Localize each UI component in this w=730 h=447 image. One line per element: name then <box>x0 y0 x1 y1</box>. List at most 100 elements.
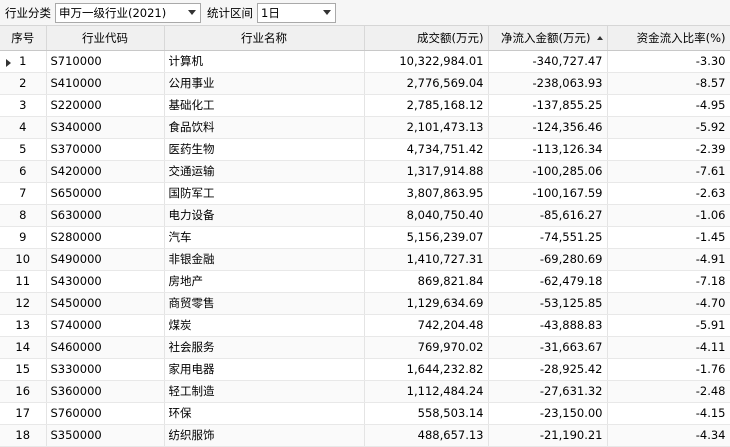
col-header-inflow-ratio[interactable]: 资金流入比率(%) <box>607 26 730 51</box>
table-row[interactable]: 18 S350000 纺织服饰 488,657.13 -21,190.21 -4.34 <box>0 424 730 447</box>
cell-turnover[interactable]: 1,317,914.88 <box>364 160 489 183</box>
cell-net-inflow[interactable]: -23,150.00 <box>488 402 608 425</box>
cell-turnover[interactable]: 3,807,863.95 <box>364 182 489 205</box>
table-row[interactable]: 11 S430000 房地产 869,821.84 -62,479.18 -7.18 <box>0 270 730 293</box>
chevron-down-icon[interactable] <box>323 9 331 15</box>
cell-name[interactable]: 房地产 <box>164 270 365 293</box>
cell-turnover[interactable]: 488,657.13 <box>364 424 489 447</box>
cell-index[interactable]: 18 <box>0 424 47 447</box>
table-row[interactable]: 13 S740000 煤炭 742,204.48 -43,888.83 -5.91 <box>0 314 730 337</box>
cell-index[interactable]: 14 <box>0 336 47 359</box>
table-row[interactable]: 10 S490000 非银金融 1,410,727.31 -69,280.69 -4.91 <box>0 248 730 271</box>
cell-name[interactable]: 计算机 <box>164 50 365 73</box>
cell-turnover[interactable]: 4,734,751.42 <box>364 138 489 161</box>
cell-inflow-ratio[interactable]: -4.91 <box>607 248 730 271</box>
cell-net-inflow[interactable]: -238,063.93 <box>488 72 608 95</box>
cell-name[interactable]: 纺织服饰 <box>164 424 365 447</box>
table-row[interactable]: 9 S280000 汽车 5,156,239.07 -74,551.25 -1.45 <box>0 226 730 249</box>
cell-name[interactable]: 交通运输 <box>164 160 365 183</box>
cell-name[interactable]: 医药生物 <box>164 138 365 161</box>
cell-inflow-ratio[interactable]: -4.34 <box>607 424 730 447</box>
cell-name[interactable]: 基础化工 <box>164 94 365 117</box>
cell-turnover[interactable]: 10,322,984.01 <box>364 50 489 73</box>
cell-code[interactable]: S350000 <box>46 424 165 447</box>
cell-net-inflow[interactable]: -21,190.21 <box>488 424 608 447</box>
cell-code[interactable]: S280000 <box>46 226 165 249</box>
cell-inflow-ratio[interactable]: -2.63 <box>607 182 730 205</box>
cell-name[interactable]: 家用电器 <box>164 358 365 381</box>
cell-inflow-ratio[interactable]: -2.48 <box>607 380 730 403</box>
cell-code[interactable]: S450000 <box>46 292 165 315</box>
cell-inflow-ratio[interactable]: -4.70 <box>607 292 730 315</box>
cell-code[interactable]: S360000 <box>46 380 165 403</box>
cell-name[interactable]: 社会服务 <box>164 336 365 359</box>
cell-code[interactable]: S430000 <box>46 270 165 293</box>
cell-code[interactable]: S340000 <box>46 116 165 139</box>
cell-index[interactable]: 4 <box>0 116 47 139</box>
col-header-name[interactable]: 行业名称 <box>164 26 365 51</box>
cell-inflow-ratio[interactable]: -7.61 <box>607 160 730 183</box>
table-row[interactable]: 3 S220000 基础化工 2,785,168.12 -137,855.25 -4.95 <box>0 94 730 117</box>
table-row[interactable]: 15 S330000 家用电器 1,644,232.82 -28,925.42 -1.76 <box>0 358 730 381</box>
cell-inflow-ratio[interactable]: -5.92 <box>607 116 730 139</box>
cell-turnover[interactable]: 2,101,473.13 <box>364 116 489 139</box>
table-row[interactable]: 12 S450000 商贸零售 1,129,634.69 -53,125.85 -4.70 <box>0 292 730 315</box>
cell-index[interactable]: 10 <box>0 248 47 271</box>
cell-inflow-ratio[interactable]: -5.91 <box>607 314 730 337</box>
cell-turnover[interactable]: 742,204.48 <box>364 314 489 337</box>
cell-name[interactable]: 轻工制造 <box>164 380 365 403</box>
cell-net-inflow[interactable]: -100,167.59 <box>488 182 608 205</box>
cell-net-inflow[interactable]: -69,280.69 <box>488 248 608 271</box>
cell-index[interactable]: 12 <box>0 292 47 315</box>
table-row[interactable]: 7 S650000 国防军工 3,807,863.95 -100,167.59 -2.63 <box>0 182 730 205</box>
table-row[interactable]: 6 S420000 交通运输 1,317,914.88 -100,285.06 -7.61 <box>0 160 730 183</box>
cell-name[interactable]: 煤炭 <box>164 314 365 337</box>
cell-net-inflow[interactable]: -28,925.42 <box>488 358 608 381</box>
cell-index[interactable]: 2 <box>0 72 47 95</box>
table-row[interactable]: 1 S710000 计算机 10,322,984.01 -340,727.47 -3.30 <box>0 50 730 73</box>
cell-code[interactable]: S740000 <box>46 314 165 337</box>
cell-index[interactable]: 7 <box>0 182 47 205</box>
table-row[interactable]: 4 S340000 食品饮料 2,101,473.13 -124,356.46 -5.92 <box>0 116 730 139</box>
cell-net-inflow[interactable]: -340,727.47 <box>488 50 608 73</box>
cell-code[interactable]: S370000 <box>46 138 165 161</box>
cell-code[interactable]: S330000 <box>46 358 165 381</box>
cell-net-inflow[interactable]: -137,855.25 <box>488 94 608 117</box>
cell-code[interactable]: S490000 <box>46 248 165 271</box>
table-row[interactable]: 14 S460000 社会服务 769,970.02 -31,663.67 -4.11 <box>0 336 730 359</box>
cell-code[interactable]: S710000 <box>46 50 165 73</box>
cell-turnover[interactable]: 1,129,634.69 <box>364 292 489 315</box>
cell-index[interactable]: 17 <box>0 402 47 425</box>
cell-inflow-ratio[interactable]: -4.15 <box>607 402 730 425</box>
cell-code[interactable]: S410000 <box>46 72 165 95</box>
cell-turnover[interactable]: 558,503.14 <box>364 402 489 425</box>
col-header-net-inflow[interactable]: 净流入金额(万元) <box>488 26 608 51</box>
cell-inflow-ratio[interactable]: -1.76 <box>607 358 730 381</box>
cell-net-inflow[interactable]: -31,663.67 <box>488 336 608 359</box>
table-row[interactable]: 16 S360000 轻工制造 1,112,484.24 -27,631.32 -2.48 <box>0 380 730 403</box>
cell-code[interactable]: S460000 <box>46 336 165 359</box>
cell-inflow-ratio[interactable]: -2.39 <box>607 138 730 161</box>
col-header-index[interactable]: 序号 <box>0 26 47 51</box>
cell-turnover[interactable]: 2,776,569.04 <box>364 72 489 95</box>
cell-index[interactable]: 15 <box>0 358 47 381</box>
cell-net-inflow[interactable]: -27,631.32 <box>488 380 608 403</box>
cell-name[interactable]: 公用事业 <box>164 72 365 95</box>
cell-index[interactable]: 11 <box>0 270 47 293</box>
cell-index[interactable]: 6 <box>0 160 47 183</box>
cell-index[interactable]: 3 <box>0 94 47 117</box>
cell-index[interactable]: 16 <box>0 380 47 403</box>
cell-turnover[interactable]: 1,410,727.31 <box>364 248 489 271</box>
cell-net-inflow[interactable]: -53,125.85 <box>488 292 608 315</box>
cell-net-inflow[interactable]: -113,126.34 <box>488 138 608 161</box>
cell-inflow-ratio[interactable]: -3.30 <box>607 50 730 73</box>
cell-net-inflow[interactable]: -62,479.18 <box>488 270 608 293</box>
cell-turnover[interactable]: 869,821.84 <box>364 270 489 293</box>
table-row[interactable]: 17 S760000 环保 558,503.14 -23,150.00 -4.15 <box>0 402 730 425</box>
cell-turnover[interactable]: 769,970.02 <box>364 336 489 359</box>
cell-turnover[interactable]: 2,785,168.12 <box>364 94 489 117</box>
cell-net-inflow[interactable]: -124,356.46 <box>488 116 608 139</box>
cell-name[interactable]: 商贸零售 <box>164 292 365 315</box>
cell-index[interactable]: 5 <box>0 138 47 161</box>
table-row[interactable]: 8 S630000 电力设备 8,040,750.40 -85,616.27 -1.06 <box>0 204 730 227</box>
